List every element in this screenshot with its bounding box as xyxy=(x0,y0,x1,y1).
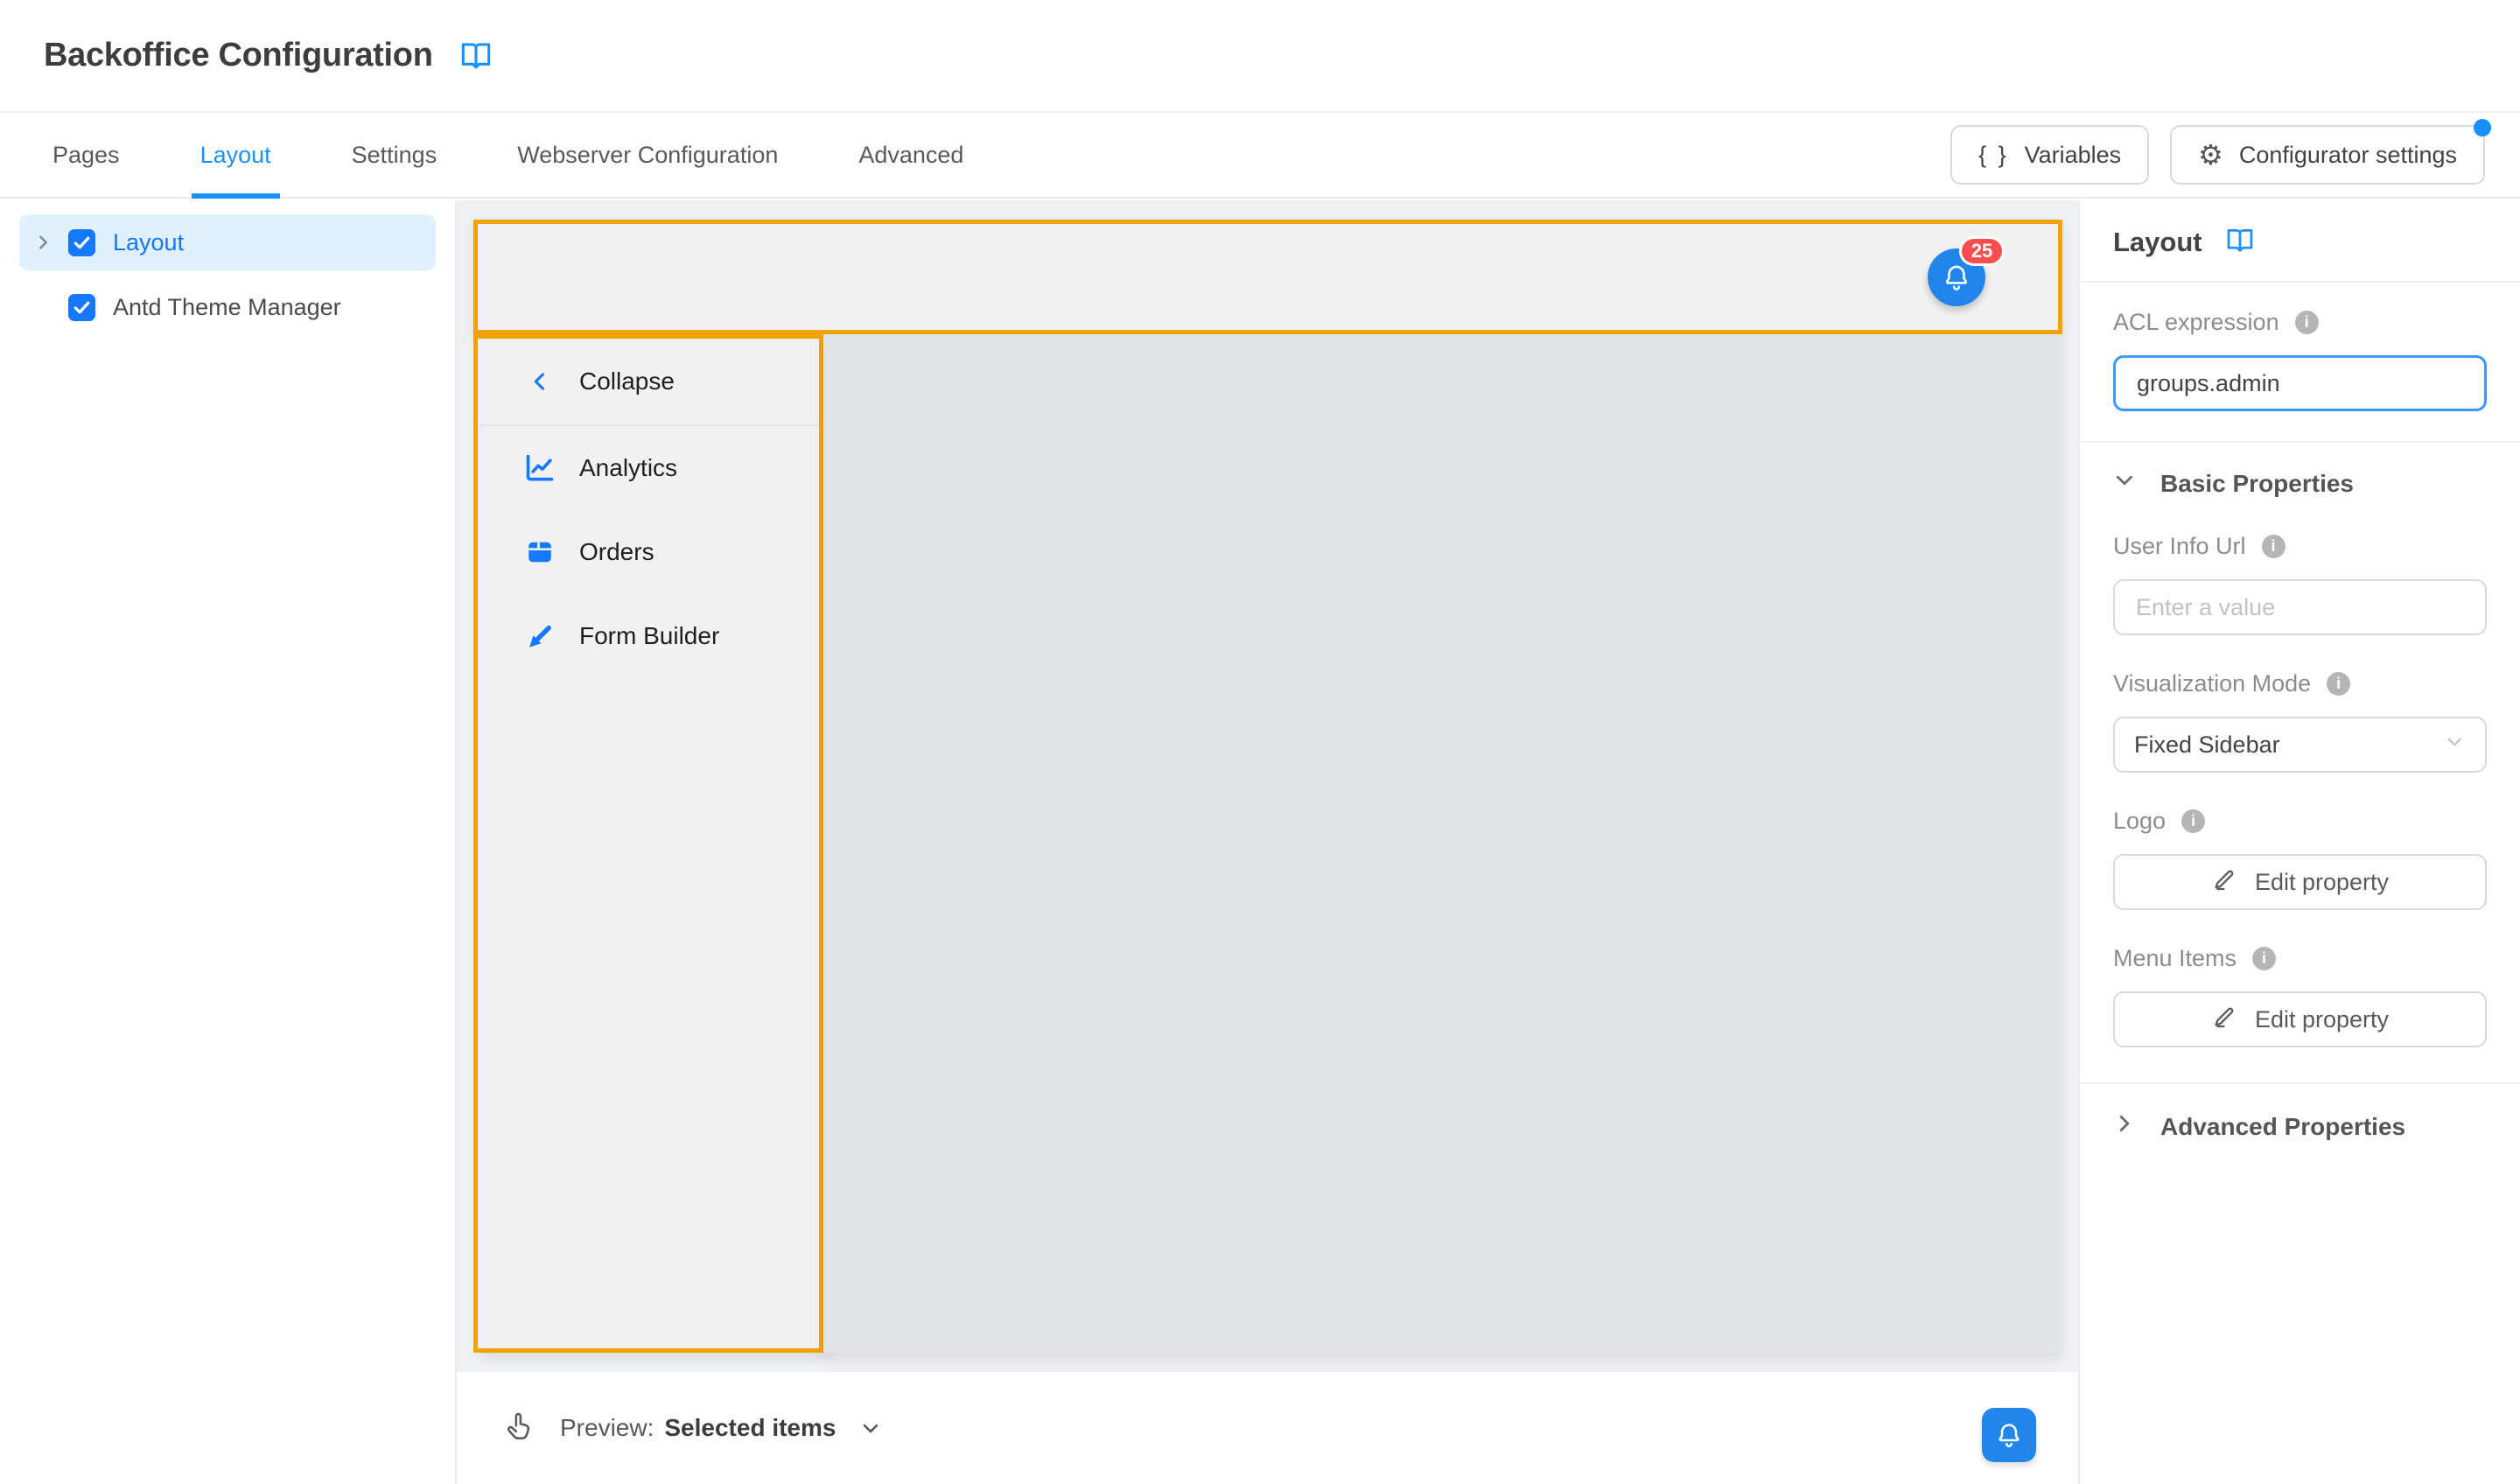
basic-properties-heading: Basic Properties xyxy=(2160,470,2354,498)
logo-edit-property-button[interactable]: Edit property xyxy=(2113,854,2487,910)
visualization-mode-select[interactable]: Fixed Sidebar xyxy=(2113,717,2487,773)
sidebar-item-label: Orders xyxy=(579,538,654,566)
tab-advanced[interactable]: Advanced xyxy=(858,113,963,197)
tree-item-antd-theme-manager[interactable]: Antd Theme Manager xyxy=(19,279,436,335)
basic-properties-section: Basic Properties User Info Url i Visuali… xyxy=(2080,443,2520,1053)
info-icon[interactable]: i xyxy=(2252,947,2276,970)
backoffice-configurator-app: Backoffice Configuration Pages Layout Se… xyxy=(0,0,2520,1484)
tab-bar: Pages Layout Settings Webserver Configur… xyxy=(0,111,2520,199)
logo-field: Logo i Edit property xyxy=(2113,808,2487,910)
preview-header-component[interactable]: 25 xyxy=(473,220,2062,334)
logo-edit-property-label: Edit property xyxy=(2255,869,2389,896)
layout-checkbox[interactable] xyxy=(68,229,95,256)
preview-content-area xyxy=(823,334,2062,1353)
bottom-bar: Preview: Selected items xyxy=(457,1372,2078,1484)
logo-label: Logo xyxy=(2113,808,2166,835)
menu-items-edit-property-label: Edit property xyxy=(2255,1006,2389,1033)
visualization-mode-field: Visualization Mode i Fixed Sidebar xyxy=(2113,670,2487,773)
braces-icon: { } xyxy=(1978,142,2009,169)
sidebar-item-form-builder[interactable]: Form Builder xyxy=(478,594,819,678)
variables-button-label: Variables xyxy=(2025,142,2122,169)
tab-actions: { } Variables ⚙ Configurator settings xyxy=(1950,125,2485,185)
sidebar-collapse-button[interactable]: Collapse xyxy=(478,339,819,426)
user-info-url-field: User Info Url i xyxy=(2113,533,2487,635)
chevron-left-icon xyxy=(523,369,556,394)
antd-theme-manager-checkbox[interactable] xyxy=(68,294,95,321)
acl-expression-input[interactable] xyxy=(2113,355,2487,411)
advanced-properties-section: Advanced Properties xyxy=(2080,1084,2520,1169)
box-icon xyxy=(523,536,556,568)
info-icon[interactable]: i xyxy=(2295,311,2319,334)
chevron-right-icon xyxy=(2113,1112,2136,1141)
pen-icon xyxy=(2211,1004,2237,1036)
notifications-button[interactable] xyxy=(1982,1408,2036,1462)
visualization-mode-value: Fixed Sidebar xyxy=(2134,732,2280,759)
tab-settings[interactable]: Settings xyxy=(352,113,438,197)
tree-item-label: Antd Theme Manager xyxy=(113,294,341,321)
visualization-mode-label: Visualization Mode xyxy=(2113,670,2311,697)
preview-sidebar-component[interactable]: Collapse Analytics xyxy=(473,334,823,1353)
variables-button[interactable]: { } Variables xyxy=(1950,125,2149,185)
tabs: Pages Layout Settings Webserver Configur… xyxy=(52,113,1044,197)
sidebar-item-label: Analytics xyxy=(579,454,677,482)
notification-bell-button[interactable]: 25 xyxy=(1928,248,1985,306)
acl-expression-label: ACL expression xyxy=(2113,309,2279,336)
hand-pointer-icon xyxy=(502,1410,536,1447)
notification-count-badge: 25 xyxy=(1959,236,2005,266)
chevron-down-icon xyxy=(2113,469,2136,498)
tab-pages[interactable]: Pages xyxy=(52,113,120,197)
tab-layout[interactable]: Layout xyxy=(200,113,271,197)
advanced-properties-heading: Advanced Properties xyxy=(2160,1113,2405,1141)
inspector-panel: Layout ACL expression i Basic Pro xyxy=(2078,200,2520,1484)
pen-arrow-icon xyxy=(523,620,556,652)
sidebar-item-orders[interactable]: Orders xyxy=(478,510,819,594)
tree-item-layout[interactable]: Layout xyxy=(19,214,436,270)
menu-items-field: Menu Items i Edit property xyxy=(2113,945,2487,1047)
tab-webserver-configuration[interactable]: Webserver Configuration xyxy=(517,113,778,197)
pen-icon xyxy=(2211,866,2237,899)
book-icon[interactable] xyxy=(2225,228,2255,258)
settings-notification-dot xyxy=(2474,119,2491,136)
inspector-title: Layout xyxy=(2113,227,2202,258)
preview-mode-dropdown[interactable]: Preview: Selected items xyxy=(560,1414,883,1442)
component-tree-panel: Layout Antd Theme Manager xyxy=(0,200,457,1484)
info-icon[interactable]: i xyxy=(2327,672,2350,696)
acl-section: ACL expression i xyxy=(2080,283,2520,441)
book-icon[interactable] xyxy=(459,41,493,71)
inspector-header: Layout xyxy=(2080,200,2520,281)
menu-items-edit-property-button[interactable]: Edit property xyxy=(2113,991,2487,1047)
basic-properties-toggle[interactable]: Basic Properties xyxy=(2113,469,2487,498)
page-title: Backoffice Configuration xyxy=(44,37,433,74)
info-icon[interactable]: i xyxy=(2262,535,2286,558)
collapse-label: Collapse xyxy=(579,368,675,396)
menu-items-label: Menu Items xyxy=(2113,945,2236,972)
page-header: Backoffice Configuration xyxy=(0,0,2520,111)
advanced-properties-toggle[interactable]: Advanced Properties xyxy=(2113,1112,2487,1141)
preview-label: Preview: xyxy=(560,1414,654,1442)
info-icon[interactable]: i xyxy=(2181,809,2205,833)
preview-canvas: 25 Collapse Analytics xyxy=(457,200,2078,1372)
configurator-settings-label: Configurator settings xyxy=(2239,142,2457,169)
chevron-down-icon xyxy=(2443,731,2466,760)
chart-line-icon xyxy=(523,452,556,485)
chevron-down-icon xyxy=(858,1416,883,1440)
tree-item-label: Layout xyxy=(113,229,184,256)
sidebar-item-label: Form Builder xyxy=(579,622,719,650)
user-info-url-label: User Info Url xyxy=(2113,533,2246,560)
preview-mode-value: Selected items xyxy=(664,1414,836,1442)
gear-icon: ⚙ xyxy=(2198,141,2223,169)
configurator-settings-button[interactable]: ⚙ Configurator settings xyxy=(2170,125,2485,185)
sidebar-item-analytics[interactable]: Analytics xyxy=(478,426,819,510)
chevron-right-icon[interactable] xyxy=(33,233,68,252)
user-info-url-input[interactable] xyxy=(2113,579,2487,635)
